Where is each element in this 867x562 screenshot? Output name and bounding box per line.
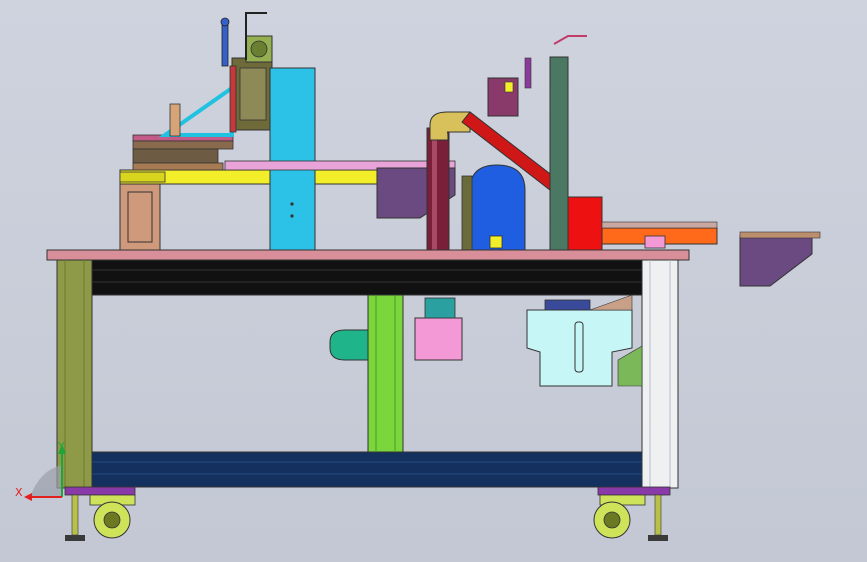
right-caster xyxy=(593,494,668,541)
left-caster xyxy=(65,494,136,541)
tabletop xyxy=(46,249,690,261)
machine-side-view-drawing: X Y xyxy=(15,12,821,541)
coordinate-triad: X Y xyxy=(15,440,66,501)
cad-viewport[interactable]: X Y xyxy=(0,0,867,562)
center-feeder-assembly xyxy=(376,35,821,287)
x-axis-label: X xyxy=(15,486,23,499)
y-axis-label: Y xyxy=(57,440,65,453)
